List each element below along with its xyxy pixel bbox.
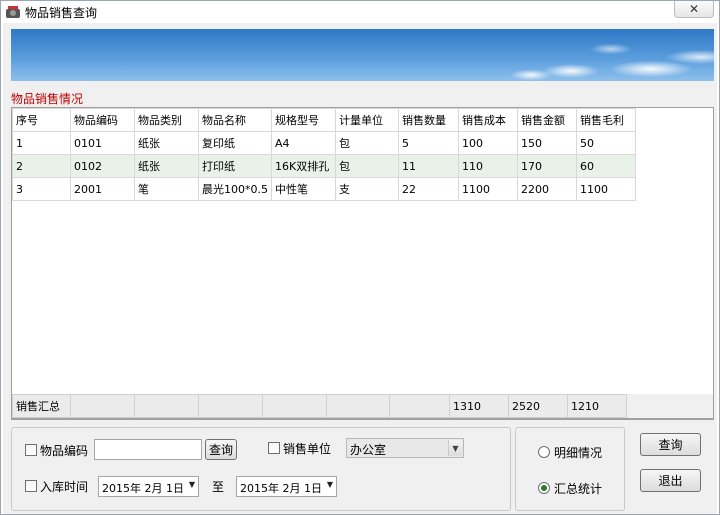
summary-radio[interactable] (538, 482, 550, 494)
summary-cell (134, 394, 199, 418)
summary-mode-label: 汇总统计 (554, 482, 603, 496)
date-to-value: 2015年 2月 1日 (240, 482, 322, 495)
table-cell[interactable]: 支 (335, 177, 399, 201)
sales-unit-checkbox[interactable] (268, 442, 280, 454)
summary-row: 销售汇总 1310 2520 1210 (11, 394, 714, 419)
table-row[interactable]: 2 0102 纸张 打印纸 16K双排孔 包 11 110 170 60 (12, 154, 636, 178)
app-icon (6, 6, 20, 18)
table-cell[interactable]: 笔 (134, 177, 199, 201)
column-header[interactable]: 序号 (12, 108, 71, 132)
sales-unit-select[interactable]: 办公室 ▼ (346, 438, 464, 458)
table-cell[interactable]: 100 (458, 131, 518, 155)
table-cell[interactable]: 110 (458, 154, 518, 178)
table-cell[interactable]: 3 (12, 177, 71, 201)
table-cell[interactable]: 16K双排孔 (271, 154, 336, 178)
sales-table: 序号 物品编码 物品类别 物品名称 规格型号 计量单位 销售数量 销售成本 销售… (12, 108, 636, 201)
date-checkbox[interactable] (25, 480, 37, 492)
column-header[interactable]: 销售金额 (517, 108, 577, 132)
item-code-search-button[interactable]: 查询 (205, 439, 237, 460)
summary-cell (198, 394, 263, 418)
date-range-separator: 至 (212, 480, 225, 494)
sales-unit-label: 销售单位 (283, 442, 332, 456)
table-cell[interactable]: A4 (271, 131, 336, 155)
table-cell[interactable]: 1 (12, 131, 71, 155)
item-code-checkbox[interactable] (25, 444, 37, 456)
summary-label: 销售汇总 (12, 394, 71, 418)
table-cell[interactable]: 11 (398, 154, 459, 178)
exit-button[interactable]: 退出 (640, 469, 701, 492)
table-cell[interactable]: 纸张 (134, 131, 199, 155)
sales-grid[interactable]: 序号 物品编码 物品类别 物品名称 规格型号 计量单位 销售数量 销售成本 销售… (11, 107, 714, 420)
main-window: 物品销售查询 ✕ 物品销售情况 序号 物品编码 物品类别 物品名称 规格型号 计… (0, 0, 720, 515)
summary-cell (262, 394, 327, 418)
table-cell[interactable]: 5 (398, 131, 459, 155)
chevron-down-icon[interactable]: ▼ (327, 480, 333, 489)
chevron-down-icon[interactable]: ▼ (189, 480, 195, 489)
table-cell[interactable]: 1100 (458, 177, 518, 201)
summary-cell (326, 394, 390, 418)
table-cell[interactable]: 包 (335, 131, 399, 155)
table-cell[interactable]: 复印纸 (198, 131, 272, 155)
summary-profit: 1210 (567, 394, 627, 418)
table-cell[interactable]: 0102 (70, 154, 135, 178)
column-header[interactable]: 物品类别 (134, 108, 199, 132)
title-bar[interactable]: 物品销售查询 ✕ (1, 1, 719, 23)
banner-image (11, 29, 714, 81)
summary-table: 销售汇总 1310 2520 1210 (12, 394, 627, 418)
column-header[interactable]: 规格型号 (271, 108, 336, 132)
table-cell[interactable]: 纸张 (134, 154, 199, 178)
table-cell[interactable]: 打印纸 (198, 154, 272, 178)
chevron-down-icon[interactable]: ▼ (448, 440, 462, 456)
table-cell[interactable]: 0101 (70, 131, 135, 155)
table-cell[interactable]: 170 (517, 154, 577, 178)
table-cell[interactable]: 22 (398, 177, 459, 201)
date-from-picker[interactable]: 2015年 2月 1日 ▼ (98, 476, 199, 497)
table-cell[interactable]: 包 (335, 154, 399, 178)
table-cell[interactable]: 2200 (517, 177, 577, 201)
query-button[interactable]: 查询 (640, 433, 701, 456)
table-cell[interactable]: 50 (576, 131, 636, 155)
window-title: 物品销售查询 (25, 6, 98, 20)
client-area: 物品销售情况 序号 物品编码 物品类别 物品名称 规格型号 计量单位 销售数量 … (3, 23, 717, 514)
column-header[interactable]: 销售数量 (398, 108, 459, 132)
close-button[interactable]: ✕ (674, 1, 714, 18)
table-cell[interactable]: 150 (517, 131, 577, 155)
column-header[interactable]: 销售成本 (458, 108, 518, 132)
summary-cell (70, 394, 135, 418)
date-label: 入库时间 (40, 480, 89, 494)
date-from-value: 2015年 2月 1日 (102, 482, 184, 495)
column-header[interactable]: 计量单位 (335, 108, 399, 132)
summary-amount: 2520 (508, 394, 568, 418)
table-header-row: 序号 物品编码 物品类别 物品名称 规格型号 计量单位 销售数量 销售成本 销售… (12, 108, 636, 132)
table-cell[interactable]: 2001 (70, 177, 135, 201)
column-header[interactable]: 物品编码 (70, 108, 135, 132)
close-icon: ✕ (688, 2, 700, 16)
date-to-picker[interactable]: 2015年 2月 1日 ▼ (236, 476, 337, 497)
section-title: 物品销售情况 (11, 92, 84, 106)
table-cell[interactable]: 晨光100*0.5 (198, 177, 272, 201)
item-code-label: 物品编码 (40, 444, 89, 458)
detail-radio[interactable] (538, 446, 550, 458)
table-row[interactable]: 1 0101 纸张 复印纸 A4 包 5 100 150 50 (12, 131, 636, 155)
item-code-input[interactable] (94, 439, 202, 460)
table-cell[interactable]: 1100 (576, 177, 636, 201)
table-cell[interactable]: 中性笔 (271, 177, 336, 201)
table-cell[interactable]: 60 (576, 154, 636, 178)
mode-group: 明细情况 汇总统计 (515, 427, 625, 511)
table-cell[interactable]: 2 (12, 154, 71, 178)
summary-cost: 1310 (449, 394, 509, 418)
summary-cell (389, 394, 450, 418)
sales-unit-value: 办公室 (350, 443, 387, 457)
detail-label: 明细情况 (554, 446, 603, 460)
column-header[interactable]: 销售毛利 (576, 108, 636, 132)
table-row[interactable]: 3 2001 笔 晨光100*0.5 中性笔 支 22 1100 2200 11… (12, 177, 636, 201)
filter-group: 物品编码 查询 销售单位 办公室 ▼ 入库时间 2015年 2月 1日 ▼ 至 … (11, 427, 511, 511)
column-header[interactable]: 物品名称 (198, 108, 272, 132)
